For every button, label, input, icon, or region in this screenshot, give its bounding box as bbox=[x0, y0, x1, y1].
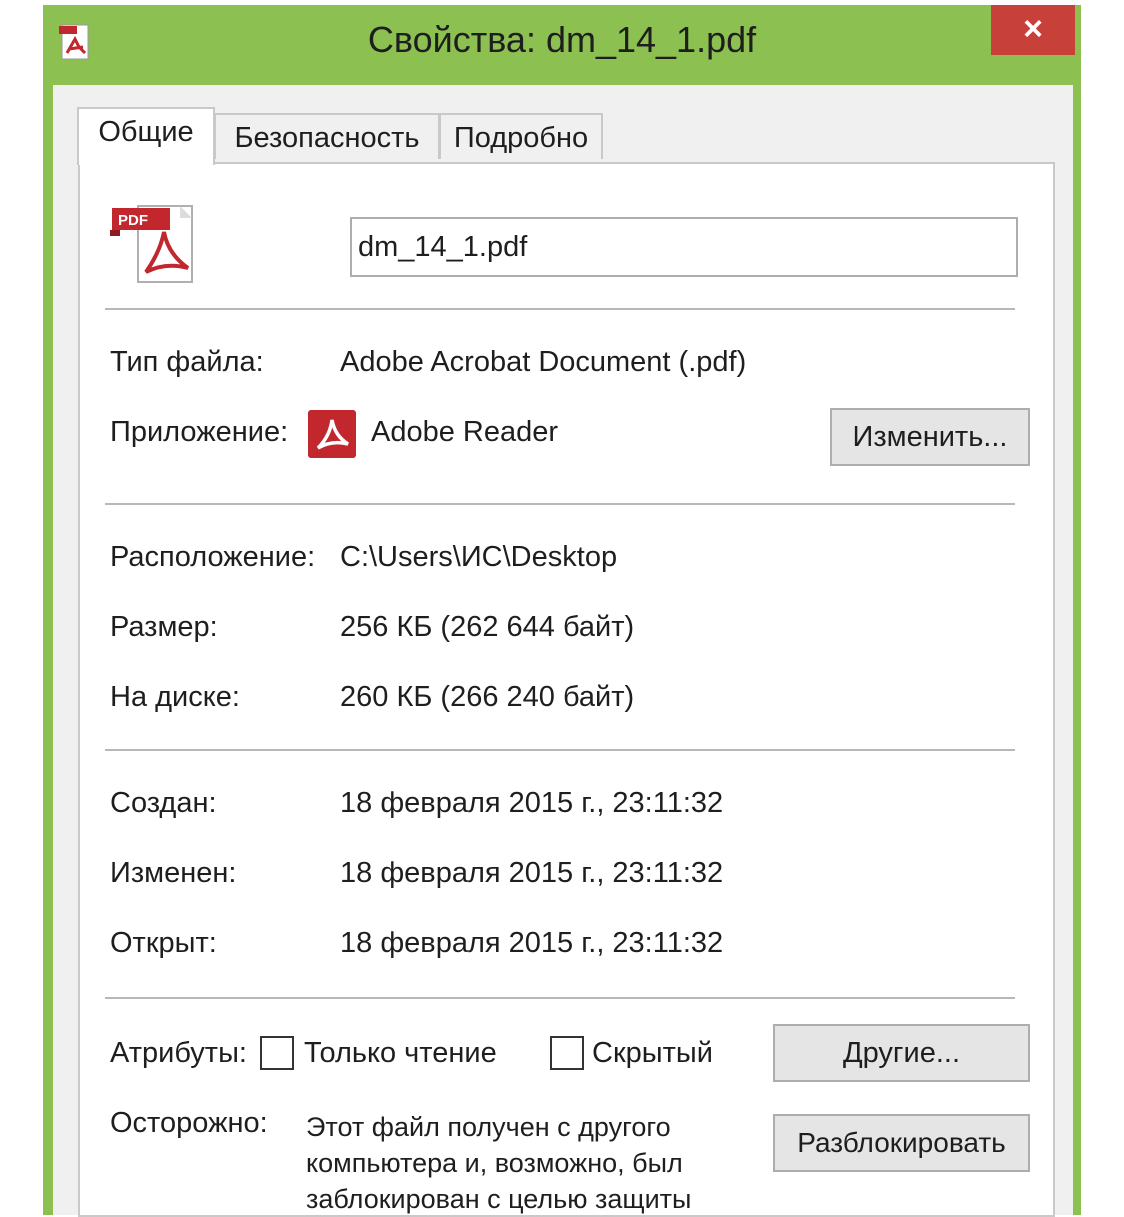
size-on-disk-label: На диске: bbox=[110, 681, 240, 713]
dialog-client-area: Общие Безопасность Подробно PDF Тип файл… bbox=[53, 85, 1073, 1217]
file-type-value: Adobe Acrobat Document (.pdf) bbox=[340, 346, 747, 378]
svg-text:PDF: PDF bbox=[118, 212, 148, 229]
size-on-disk-value: 260 КБ (266 240 байт) bbox=[340, 681, 635, 713]
properties-window: Свойства: dm_14_1.pdf × Общие Безопаснос… bbox=[43, 5, 1081, 1217]
title-bar[interactable]: Свойства: dm_14_1.pdf × bbox=[43, 5, 1081, 80]
size-label: Размер: bbox=[110, 611, 218, 643]
unblock-button[interactable]: Разблокировать bbox=[773, 1114, 1030, 1172]
application-value: Adobe Reader bbox=[371, 416, 559, 448]
readonly-label[interactable]: Только чтение bbox=[304, 1037, 497, 1070]
created-value: 18 февраля 2015 г., 23:11:32 bbox=[340, 787, 724, 819]
tab-details[interactable]: Подробно bbox=[439, 113, 603, 159]
separator bbox=[105, 749, 1015, 751]
general-tab-panel: PDF Тип файла: Adobe Acrobat Document (.… bbox=[78, 162, 1055, 1217]
modified-label: Изменен: bbox=[110, 857, 237, 889]
location-value: C:\Users\ИС\Desktop bbox=[340, 541, 618, 573]
file-name-input[interactable] bbox=[350, 217, 1018, 277]
created-label: Создан: bbox=[110, 787, 217, 819]
change-app-button[interactable]: Изменить... bbox=[830, 408, 1030, 466]
location-label: Расположение: bbox=[110, 541, 316, 573]
separator bbox=[105, 997, 1015, 999]
opened-value: 18 февраля 2015 г., 23:11:32 bbox=[340, 927, 724, 959]
warning-text: Этот файл получен с другого компьютера и… bbox=[306, 1112, 692, 1214]
size-value: 256 КБ (262 644 байт) bbox=[340, 611, 635, 643]
opened-label: Открыт: bbox=[110, 927, 217, 959]
warning-label: Осторожно: bbox=[110, 1107, 268, 1139]
modified-value: 18 февраля 2015 г., 23:11:32 bbox=[340, 857, 724, 889]
adobe-reader-icon bbox=[308, 410, 356, 458]
hidden-label[interactable]: Скрытый bbox=[592, 1037, 713, 1070]
readonly-checkbox[interactable] bbox=[260, 1036, 294, 1070]
attributes-label: Атрибуты: bbox=[110, 1037, 247, 1069]
application-label: Приложение: bbox=[110, 416, 289, 448]
window-title: Свойства: dm_14_1.pdf bbox=[367, 19, 757, 60]
close-button[interactable]: × bbox=[991, 5, 1075, 55]
other-attributes-button[interactable]: Другие... bbox=[773, 1024, 1030, 1082]
file-type-label: Тип файла: bbox=[110, 346, 264, 378]
tab-general[interactable]: Общие bbox=[77, 107, 215, 165]
pdf-file-icon: PDF bbox=[110, 202, 200, 288]
hidden-checkbox[interactable] bbox=[550, 1036, 584, 1070]
separator bbox=[105, 503, 1015, 505]
tab-security[interactable]: Безопасность bbox=[214, 113, 440, 159]
separator bbox=[105, 308, 1015, 310]
